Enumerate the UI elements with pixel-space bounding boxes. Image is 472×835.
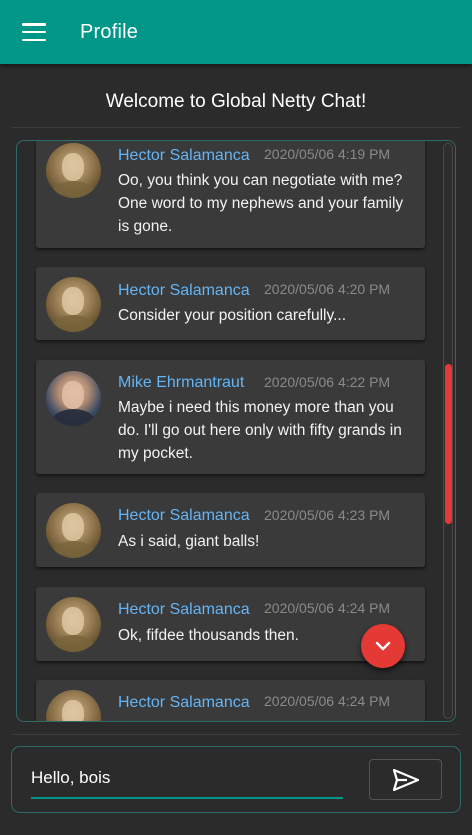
message-author: Hector Salamanca bbox=[118, 694, 250, 711]
message-text: Consider your position carefully... bbox=[118, 307, 347, 324]
message-author: Mike Ehrmantraut bbox=[118, 374, 245, 391]
message-text: As i said, giant balls! bbox=[118, 533, 260, 550]
message-time: 2020/05/06 4:22 PM bbox=[264, 374, 391, 390]
avatar bbox=[46, 690, 101, 721]
message-text: Oo, you think you can negotiate with me?… bbox=[118, 172, 404, 235]
message-card: Hector Salamanca 2020/05/06 4:20 PM Cons… bbox=[36, 267, 425, 340]
message-card: Hector Salamanca 2020/05/06 4:24 PM bbox=[36, 680, 425, 721]
message-author: Hector Salamanca bbox=[118, 282, 250, 299]
hamburger-menu-icon[interactable] bbox=[22, 23, 46, 41]
welcome-heading: Welcome to Global Netty Chat! bbox=[105, 91, 367, 112]
avatar bbox=[46, 597, 101, 652]
send-button[interactable] bbox=[369, 759, 442, 800]
avatar bbox=[46, 143, 101, 198]
app-bar: Profile bbox=[0, 0, 472, 64]
message-card: Hector Salamanca 2020/05/06 4:19 PM Oo, … bbox=[36, 141, 425, 248]
scrollbar[interactable] bbox=[443, 143, 453, 719]
message-author: Hector Salamanca bbox=[118, 507, 250, 524]
message-card: Hector Salamanca 2020/05/06 4:23 PM As i… bbox=[36, 493, 425, 567]
message-time: 2020/05/06 4:24 PM bbox=[264, 600, 391, 616]
app-bar-title: Profile bbox=[80, 20, 139, 43]
avatar bbox=[46, 277, 101, 332]
message-input[interactable] bbox=[31, 761, 343, 795]
scrollbar-thumb[interactable] bbox=[445, 364, 452, 524]
message-time: 2020/05/06 4:23 PM bbox=[264, 507, 391, 523]
message-composer bbox=[11, 746, 461, 813]
avatar bbox=[46, 503, 101, 558]
divider bbox=[12, 127, 460, 128]
message-time: 2020/05/06 4:24 PM bbox=[264, 693, 391, 709]
avatar bbox=[46, 371, 101, 426]
message-text: Maybe i need this money more than you do… bbox=[118, 399, 402, 462]
message-author: Hector Salamanca bbox=[118, 601, 250, 618]
message-author: Hector Salamanca bbox=[118, 147, 250, 164]
scroll-to-bottom-button[interactable] bbox=[361, 624, 405, 668]
message-card: Mike Ehrmantraut 2020/05/06 4:22 PM Mayb… bbox=[36, 360, 425, 474]
send-icon bbox=[392, 768, 419, 791]
message-input-wrapper bbox=[31, 761, 343, 799]
message-time: 2020/05/06 4:20 PM bbox=[264, 281, 391, 297]
message-time: 2020/05/06 4:19 PM bbox=[264, 146, 391, 162]
chevron-down-icon bbox=[375, 641, 391, 651]
divider bbox=[12, 734, 460, 735]
